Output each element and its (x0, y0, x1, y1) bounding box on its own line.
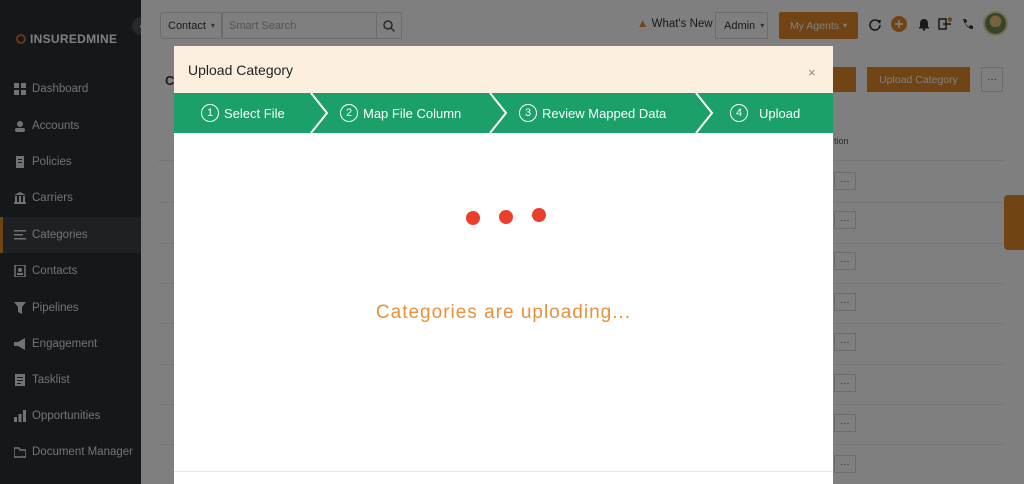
upload-category-modal: Upload Category × 1 Select File 2 Map Fi… (174, 46, 833, 484)
step-number: 2 (340, 104, 358, 122)
step-number: 4 (730, 104, 748, 122)
step-map-file-column[interactable]: 2 Map File Column (340, 93, 461, 133)
step-number: 3 (519, 104, 537, 122)
step-number: 1 (201, 104, 219, 122)
close-icon[interactable]: × (808, 66, 816, 79)
loading-status-text: Categories are uploading... (375, 302, 632, 323)
upload-stepper: 1 Select File 2 Map File Column 3 Review… (174, 93, 833, 133)
step-label: Select File (224, 105, 285, 121)
step-review-mapped-data[interactable]: 3 Review Mapped Data (519, 93, 666, 133)
loader-dot (499, 210, 513, 224)
modal-header: Upload Category × (174, 46, 833, 93)
step-label: Upload (759, 105, 801, 121)
step-label: Map File Column (363, 105, 462, 121)
step-upload[interactable]: 4 Upload (730, 93, 800, 133)
modal-title: Upload Category (188, 62, 294, 78)
loader-dot (532, 208, 546, 222)
loader-dot (466, 211, 480, 225)
step-label: Review Mapped Data (542, 105, 667, 121)
modal-footer-divider (174, 471, 833, 472)
step-select-file[interactable]: 1 Select File (201, 93, 285, 133)
